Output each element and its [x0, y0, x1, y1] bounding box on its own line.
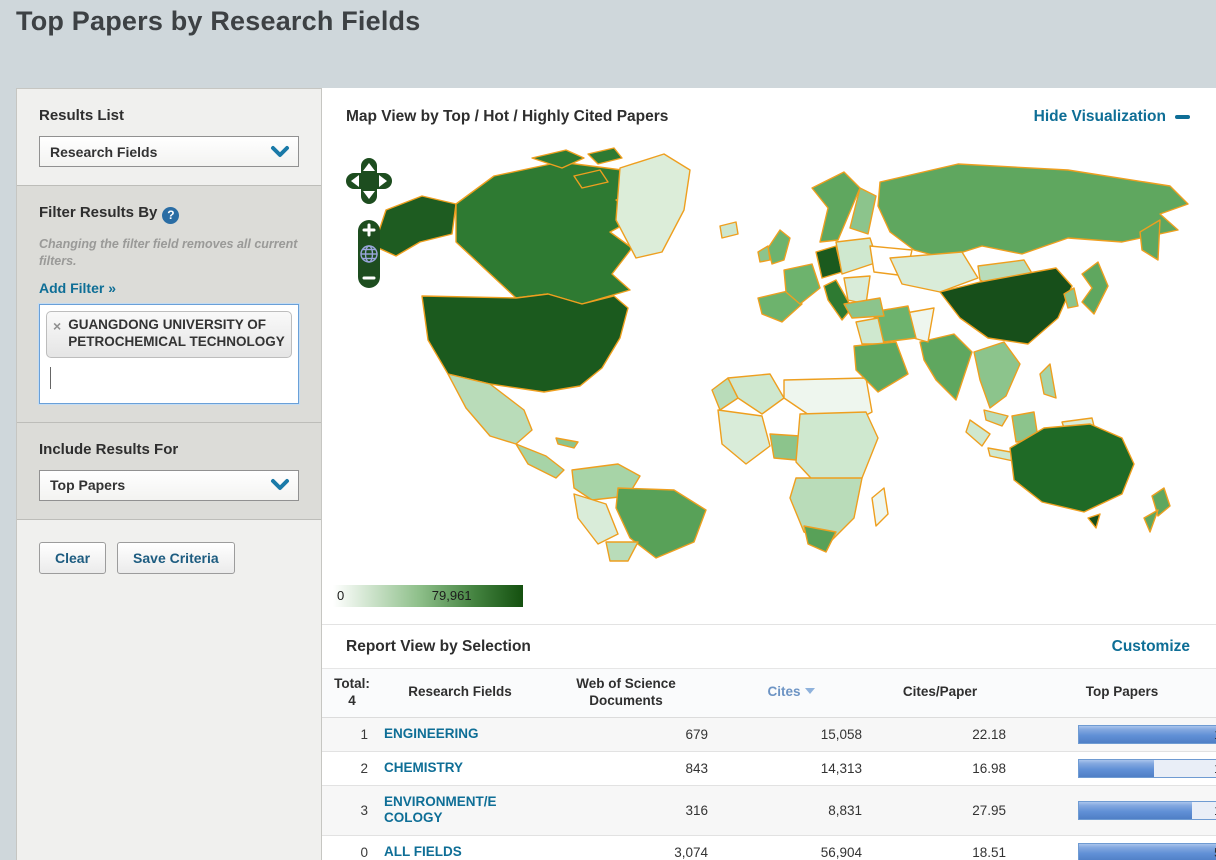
map-view-header: Map View by Top / Hot / Highly Cited Pap…: [322, 88, 1216, 146]
filter-tag[interactable]: × GUANGDONG UNIVERSITY OF PETROCHEMICAL …: [46, 310, 292, 358]
table-row: 2 CHEMISTRY 843 14,313 16.98 10: [322, 750, 1216, 785]
results-list-dropdown[interactable]: Research Fields: [39, 136, 299, 167]
documents-value: 843: [538, 750, 714, 785]
results-table: Total: 4 Research Fields Web of Science D…: [322, 668, 1216, 860]
column-top-papers[interactable]: Top Papers: [1012, 668, 1216, 718]
column-cites-sorted[interactable]: Cites: [714, 668, 868, 718]
legend-min: 0: [337, 588, 345, 603]
sort-descending-icon: [804, 688, 815, 695]
page-title: Top Papers by Research Fields: [16, 6, 421, 36]
filter-tag-label: GUANGDONG UNIVERSITY OF PETROCHEMICAL TE…: [68, 316, 285, 350]
column-total: Total: 4: [322, 668, 382, 718]
documents-value: 316: [538, 784, 714, 836]
main-panel: Map View by Top / Hot / Highly Cited Pap…: [322, 88, 1216, 860]
row-rank: 3: [322, 784, 382, 836]
filter-section: Filter Results By? Changing the filter f…: [17, 185, 321, 423]
world-map[interactable]: [322, 146, 1206, 563]
cites-value: 15,058: [714, 716, 868, 752]
text-cursor: [50, 366, 51, 389]
documents-value: 679: [538, 716, 714, 752]
choropleth-legend: 0 79,961: [333, 585, 523, 607]
include-results-section: Include Results For Top Papers: [17, 422, 321, 520]
report-view-header: Report View by Selection Customize: [322, 624, 1216, 668]
row-rank: 0: [322, 835, 382, 860]
top-papers-bar: 59: [1078, 843, 1216, 860]
chevron-down-icon: [271, 145, 289, 157]
results-list-section: Results List Research Fields: [17, 89, 321, 185]
sidebar-actions: Clear Save Criteria: [17, 520, 321, 596]
column-research-fields[interactable]: Research Fields: [382, 668, 538, 718]
cites-per-paper-value: 27.95: [868, 784, 1012, 836]
map-view-title: Map View by Top / Hot / Highly Cited Pap…: [346, 108, 669, 125]
report-view-title: Report View by Selection: [346, 637, 531, 655]
cites-per-paper-value: 22.18: [868, 716, 1012, 752]
customize-link[interactable]: Customize: [1112, 638, 1190, 656]
cites-value: 14,313: [714, 750, 868, 785]
save-criteria-button[interactable]: Save Criteria: [117, 541, 235, 574]
top-papers-bar: 19: [1078, 724, 1216, 744]
results-list-selected-value: Research Fields: [50, 143, 158, 160]
filter-input-box[interactable]: × GUANGDONG UNIVERSITY OF PETROCHEMICAL …: [39, 303, 299, 404]
filter-heading: Filter Results By?: [39, 204, 299, 224]
criteria-sidebar: Results List Research Fields Filter Resu…: [16, 88, 322, 860]
documents-value: 3,074: [538, 835, 714, 860]
map-visualization[interactable]: [322, 146, 1216, 563]
top-papers-bar: 15: [1078, 800, 1216, 820]
map-pan-control[interactable]: [346, 158, 392, 206]
field-link[interactable]: CHEMISTRY: [384, 760, 463, 777]
table-row: 3 ENVIRONMENT/ECOLOGY 316 8,831 27.95 15: [322, 784, 1216, 836]
top-papers-bar: 10: [1078, 758, 1216, 778]
column-wos-documents[interactable]: Web of Science Documents: [538, 668, 714, 718]
field-link[interactable]: ENVIRONMENT/ECOLOGY: [384, 794, 504, 828]
cites-per-paper-value: 18.51: [868, 835, 1012, 860]
table-header-row: Total: 4 Research Fields Web of Science D…: [322, 668, 1216, 718]
help-icon[interactable]: ?: [162, 207, 180, 224]
map-zoom-control[interactable]: [357, 219, 381, 289]
legend-max: 79,961: [431, 588, 472, 603]
table-row: 0 ALL FIELDS 3,074 56,904 18.51 59: [322, 835, 1216, 860]
row-rank: 1: [322, 716, 382, 752]
remove-tag-icon[interactable]: ×: [53, 317, 61, 335]
clear-button[interactable]: Clear: [39, 541, 107, 574]
field-link[interactable]: ALL FIELDS: [384, 844, 462, 860]
filter-note: Changing the filter field removes all cu…: [39, 237, 298, 268]
minus-icon: [1175, 115, 1190, 119]
field-link[interactable]: ENGINEERING: [384, 726, 479, 743]
row-rank: 2: [322, 750, 382, 785]
include-results-selected-value: Top Papers: [50, 477, 126, 494]
include-results-dropdown[interactable]: Top Papers: [39, 469, 299, 501]
cites-value: 56,904: [714, 835, 868, 860]
cites-per-paper-value: 16.98: [868, 750, 1012, 785]
cites-value: 8,831: [714, 784, 868, 836]
column-cites-per-paper[interactable]: Cites/Paper: [868, 668, 1012, 718]
table-row: 1 ENGINEERING 679 15,058 22.18 19: [322, 716, 1216, 752]
hide-visualization-link[interactable]: Hide Visualization: [1034, 108, 1190, 126]
add-filter-link[interactable]: Add Filter »: [39, 280, 116, 296]
include-results-heading: Include Results For: [39, 440, 179, 458]
results-list-heading: Results List: [39, 107, 125, 124]
chevron-down-icon: [271, 479, 289, 491]
